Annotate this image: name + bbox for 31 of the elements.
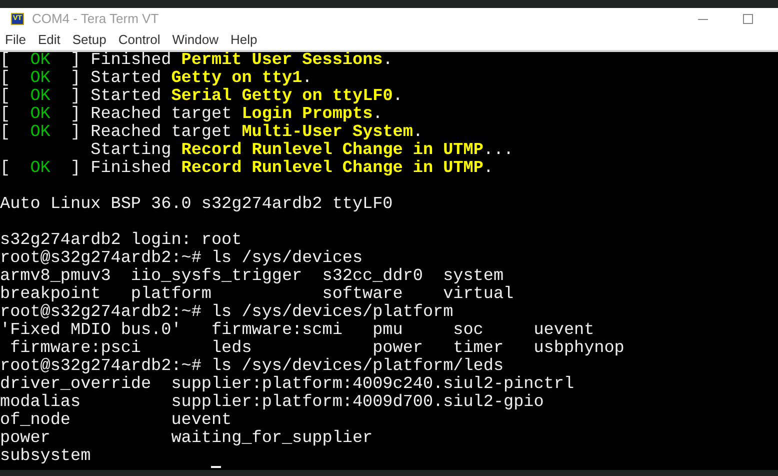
cursor-icon <box>211 466 221 468</box>
terminal-line: Auto Linux BSP 36.0 s32g274ardb2 ttyLF0 <box>0 196 393 214</box>
terminal-line: 'Fixed MDIO bus.0' firmware:scmi pmu soc uevent <box>0 322 594 340</box>
terminal-line: [ OK ] Finished Permit User Sessions. <box>0 52 393 70</box>
terminal-line: root@s32g274ardb2:~# ls /sys/devices/platform/leds <box>0 358 504 376</box>
menu-item[interactable]: Window <box>172 30 219 50</box>
terminal-line: s32g274ardb2 login: root <box>0 232 242 250</box>
terminal-line: power waiting_for_supplier <box>0 430 373 448</box>
menu-item[interactable]: File <box>5 30 26 50</box>
terminal-line: driver_override supplier:platform:4009c240.siul2-pinctrl <box>0 376 574 394</box>
minimize-icon[interactable] <box>698 18 708 20</box>
terminal-line: [ OK ] Started Getty on tty1. <box>0 70 312 88</box>
terminal-line: breakpoint platform software virtual <box>0 286 514 304</box>
maximize-icon[interactable] <box>743 14 753 24</box>
terminal-line: modalias supplier:platform:4009d700.siul2-gpio <box>0 394 544 412</box>
terminal-line: of_node uevent <box>0 412 232 430</box>
terminal-line: [ OK ] Finished Record Runlevel Change in UTMP. <box>0 160 494 178</box>
terminal-line: [ OK ] Started Serial Getty on ttyLF0. <box>0 88 403 106</box>
terminal-line: armv8_pmuv3 iio_sysfs_trigger s32cc_ddr0 system <box>0 268 504 286</box>
menu-item[interactable]: Edit <box>38 30 60 50</box>
terminal-line: subsystem <box>0 448 91 466</box>
terminal-line: root@s32g274ardb2:~# ls /sys/devices/platform <box>0 304 454 322</box>
terminal-line: root@s32g274ardb2:~# ls /sys/devices <box>0 250 363 268</box>
terminal-line: [ OK ] Reached target Multi-User System. <box>0 124 423 142</box>
menu-item[interactable]: Control <box>118 30 160 50</box>
terminal-line: Starting Record Runlevel Change in UTMP... <box>90 142 514 160</box>
window-title: COM4 - Tera Term VT <box>32 10 159 28</box>
terminal-line: firmware:psci leds power timer usbphynop <box>10 340 624 358</box>
menu-item[interactable]: Setup <box>72 30 106 50</box>
terminal-line: [ OK ] Reached target Login Prompts. <box>0 106 383 124</box>
menu-item[interactable]: Help <box>230 30 258 50</box>
